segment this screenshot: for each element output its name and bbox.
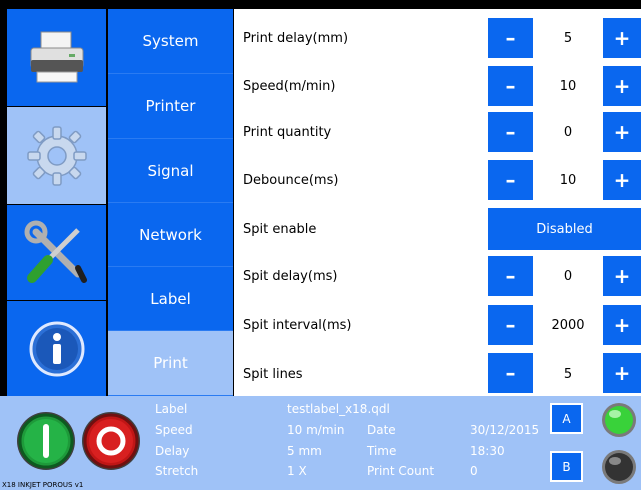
print-quantity-increase-button[interactable]: + <box>603 112 641 152</box>
spit-delay-label: Spit delay(ms) <box>243 269 338 284</box>
print-delay-label: Print delay(mm) <box>243 31 349 46</box>
plus-icon: + <box>613 120 631 144</box>
plus-icon: + <box>613 74 631 98</box>
status-date-key: Date <box>367 423 396 437</box>
stop-button[interactable] <box>82 412 140 470</box>
spit-lines-label: Spit lines <box>243 367 303 382</box>
print-quantity-value: 0 <box>563 125 573 140</box>
speed-increase-button[interactable]: + <box>603 66 641 106</box>
gear-icon <box>26 125 87 186</box>
minus-icon: – <box>505 120 516 144</box>
status-bar: Label Speed Delay Stretch testlabel_x18.… <box>0 396 641 490</box>
print-delay-value: 5 <box>563 31 573 46</box>
menu-network-label: Network <box>139 225 202 244</box>
minus-icon: – <box>505 361 516 385</box>
spit-delay-decrease-button[interactable]: – <box>488 256 533 296</box>
print-delay-decrease-button[interactable]: – <box>488 18 533 58</box>
start-button[interactable] <box>17 412 75 470</box>
plus-icon: + <box>613 361 631 385</box>
spit-lines-increase-button[interactable]: + <box>603 353 641 393</box>
info-icon-button[interactable] <box>7 301 106 396</box>
menu-label-button[interactable]: Label <box>108 267 233 331</box>
status-date-value: 30/12/2015 <box>470 423 540 437</box>
minus-icon: – <box>505 74 516 98</box>
menu-print-label: Print <box>153 354 188 372</box>
menu-label-label: Label <box>150 289 191 308</box>
status-label-key: Label <box>155 402 188 416</box>
firmware-label: X18 INKJET POROUS v1 <box>2 481 84 489</box>
printer-panel: System Printer Signal Network Label Prin… <box>0 0 641 490</box>
plus-icon: + <box>613 313 631 337</box>
spit-interval-label: Spit interval(ms) <box>243 318 352 333</box>
dark-status-lamp-icon <box>602 450 636 484</box>
spit-enable-toggle[interactable]: Disabled <box>488 208 641 250</box>
minus-icon: – <box>505 264 516 288</box>
debounce-increase-button[interactable]: + <box>603 160 641 200</box>
spit-interval-decrease-button[interactable]: – <box>488 305 533 345</box>
print-quantity-decrease-button[interactable]: – <box>488 112 533 152</box>
plus-icon: + <box>613 264 631 288</box>
plus-icon: + <box>613 26 631 50</box>
status-count-key: Print Count <box>367 464 435 478</box>
spit-interval-value: 2000 <box>551 318 585 333</box>
status-speed-key: Speed <box>155 423 193 437</box>
icon-column <box>7 9 106 396</box>
speed-label: Speed(m/min) <box>243 79 336 94</box>
status-stretch-key: Stretch <box>155 464 199 478</box>
status-count-value: 0 <box>470 464 478 478</box>
print-quantity-label: Print quantity <box>243 125 332 140</box>
speed-value: 10 <box>559 79 577 94</box>
status-label-value: testlabel_x18.qdl <box>287 402 390 416</box>
menu-system-label: System <box>142 32 199 50</box>
status-time-key: Time <box>367 444 397 458</box>
spit-lines-value: 5 <box>563 367 573 382</box>
settings-icon-button[interactable] <box>7 107 106 204</box>
status-stretch-value: 1 X <box>287 464 307 478</box>
menu-system-button[interactable]: System <box>108 9 233 74</box>
debounce-decrease-button[interactable]: – <box>488 160 533 200</box>
minus-icon: – <box>505 26 516 50</box>
power-on-icon <box>18 413 74 469</box>
power-off-icon <box>83 413 139 469</box>
printer-icon-button[interactable] <box>7 9 106 106</box>
menu-signal-button[interactable]: Signal <box>108 139 233 203</box>
b-button-label: B <box>562 459 571 474</box>
spit-enable-value: Disabled <box>536 221 593 237</box>
param-panel: Print delay(mm) – 5 + Speed(m/min) – 10 … <box>234 9 641 396</box>
menu-printer-label: Printer <box>145 97 196 115</box>
tools-icon <box>24 220 87 283</box>
tools-icon-button[interactable] <box>7 205 106 300</box>
a-button-label: A <box>562 411 571 426</box>
green-status-lamp-icon <box>602 403 636 437</box>
minus-icon: – <box>505 168 516 192</box>
menu-print-button[interactable]: Print <box>108 331 233 396</box>
status-delay-value: 5 mm <box>287 444 322 458</box>
menu-column: System Printer Signal Network Label Prin… <box>108 9 233 396</box>
info-icon <box>29 321 84 376</box>
spit-lines-decrease-button[interactable]: – <box>488 353 533 393</box>
print-delay-increase-button[interactable]: + <box>603 18 641 58</box>
spit-delay-value: 0 <box>563 269 573 284</box>
b-button[interactable]: B <box>550 451 583 482</box>
debounce-value: 10 <box>559 173 577 188</box>
a-button[interactable]: A <box>550 403 583 434</box>
status-delay-key: Delay <box>155 444 190 458</box>
debounce-label: Debounce(ms) <box>243 173 339 188</box>
minus-icon: – <box>505 313 516 337</box>
speed-decrease-button[interactable]: – <box>488 66 533 106</box>
menu-printer-button[interactable]: Printer <box>108 74 233 139</box>
printer-icon <box>30 31 83 82</box>
spit-enable-label: Spit enable <box>243 222 317 237</box>
spit-interval-increase-button[interactable]: + <box>603 305 641 345</box>
spit-delay-increase-button[interactable]: + <box>603 256 641 296</box>
menu-network-button[interactable]: Network <box>108 203 233 267</box>
status-speed-value: 10 m/min <box>287 423 345 437</box>
status-time-value: 18:30 <box>470 444 505 458</box>
plus-icon: + <box>613 168 631 192</box>
menu-signal-label: Signal <box>147 161 194 180</box>
